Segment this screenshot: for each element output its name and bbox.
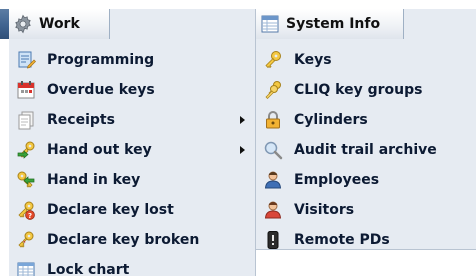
menu-item-label: Employees: [294, 172, 380, 188]
menu-item-programming[interactable]: Programming: [9, 45, 255, 75]
key-lost-icon: ?: [15, 199, 37, 221]
hand-in-key-icon: [15, 169, 37, 191]
menu-item-label: Visitors: [294, 202, 355, 218]
menu-item-label: Hand in key: [47, 172, 141, 188]
magnifier-icon: [262, 139, 284, 161]
work-menu-items: Programming Overdue keys Receipts Hand o…: [9, 45, 255, 276]
key-groups-icon: [262, 79, 284, 101]
menu-item-label: Declare key broken: [47, 232, 200, 248]
menu-item-label: Cylinders: [294, 112, 368, 128]
menu-item-lock-chart[interactable]: Lock chart: [9, 255, 255, 276]
padlock-icon: [262, 109, 284, 131]
calendar-icon: [15, 79, 37, 101]
key-broken-icon: [15, 229, 37, 251]
menu-item-overdue-keys[interactable]: Overdue keys: [9, 75, 255, 105]
menu-item-cliq-key-groups[interactable]: CLIQ key groups: [256, 75, 476, 105]
visitor-icon: [262, 199, 284, 221]
menu-item-cylinders[interactable]: Cylinders: [256, 105, 476, 135]
menu-item-label: Keys: [294, 52, 332, 68]
submenu-arrow-icon: [240, 116, 245, 124]
menu-item-label: Receipts: [47, 112, 115, 128]
key-icon: [262, 49, 284, 71]
svg-text:?: ?: [28, 212, 32, 220]
menu-item-remote-pds[interactable]: Remote PDs: [256, 225, 476, 255]
menu-item-label: Programming: [47, 52, 155, 68]
menu-item-employees[interactable]: Employees: [256, 165, 476, 195]
menu-item-label: Audit trail archive: [294, 142, 437, 158]
submenu-arrow-icon: [240, 146, 245, 154]
menu-item-declare-key-broken[interactable]: Declare key broken: [9, 225, 255, 255]
employee-icon: [262, 169, 284, 191]
receipts-icon: [15, 109, 37, 131]
menu-item-label: Lock chart: [47, 262, 130, 276]
menu-item-hand-in-key[interactable]: Hand in key: [9, 165, 255, 195]
work-menu-header[interactable]: Work: [9, 9, 110, 39]
menu-item-label: Overdue keys: [47, 82, 155, 98]
work-menu: Work Programming Overdue keys Receipts H…: [9, 9, 256, 276]
menu-item-label: CLIQ key groups: [294, 82, 423, 98]
menu-item-keys[interactable]: Keys: [256, 45, 476, 75]
programming-icon: [15, 49, 37, 71]
lock-chart-icon: [15, 259, 37, 276]
system-info-menu: System Info Keys CLIQ key groups Cylinde…: [256, 9, 476, 250]
menu-item-receipts[interactable]: Receipts: [9, 105, 255, 135]
hand-out-key-icon: [15, 139, 37, 161]
remote-device-icon: [262, 229, 284, 251]
work-menu-title: Work: [39, 16, 80, 32]
system-info-menu-header[interactable]: System Info: [256, 9, 404, 39]
menu-item-label: Declare key lost: [47, 202, 174, 218]
menu-item-label: Hand out key: [47, 142, 152, 158]
menu-item-audit-trail-archive[interactable]: Audit trail archive: [256, 135, 476, 165]
gear-icon: [13, 14, 33, 34]
menu-item-declare-key-lost[interactable]: ? Declare key lost: [9, 195, 255, 225]
menu-item-label: Remote PDs: [294, 232, 390, 248]
menu-item-hand-out-key[interactable]: Hand out key: [9, 135, 255, 165]
system-info-menu-items: Keys CLIQ key groups Cylinders Audit tra…: [256, 45, 476, 255]
menu-screen: Work Programming Overdue keys Receipts H…: [0, 0, 476, 276]
menu-item-visitors[interactable]: Visitors: [256, 195, 476, 225]
system-info-menu-title: System Info: [286, 16, 381, 32]
system-info-icon: [260, 14, 280, 34]
